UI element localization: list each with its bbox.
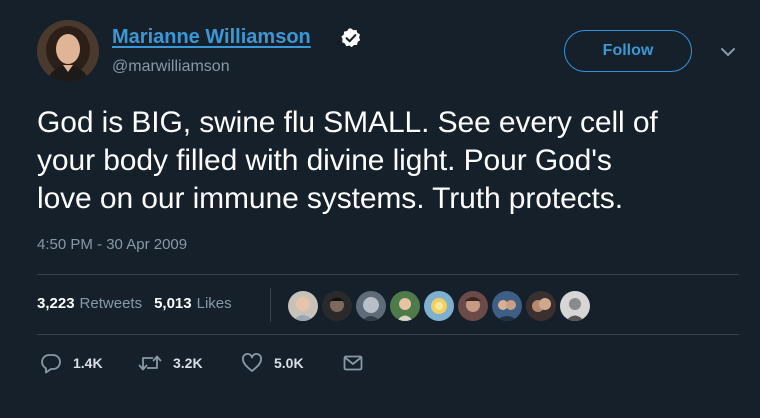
- reply-count: 1.4K: [73, 355, 103, 371]
- tweet-timestamp[interactable]: 4:50 PM - 30 Apr 2009: [37, 236, 187, 253]
- profile-photo: [37, 20, 99, 82]
- liker-avatar[interactable]: [491, 290, 523, 322]
- liker-avatar[interactable]: [525, 290, 557, 322]
- likes-label: Likes: [196, 295, 232, 312]
- likes-count: 5,013: [154, 295, 192, 312]
- message-button[interactable]: [342, 352, 364, 374]
- follow-button[interactable]: Follow: [564, 30, 692, 72]
- display-name[interactable]: Marianne Williamson: [112, 26, 311, 49]
- liker-avatar[interactable]: [389, 290, 421, 322]
- divider: [37, 334, 739, 335]
- liker-avatar[interactable]: [457, 290, 489, 322]
- user-handle: @marwilliamson: [112, 58, 230, 75]
- engagement-stats: 3,223 Retweets 5,013 Likes: [37, 295, 232, 312]
- retweet-count: 3.2K: [173, 355, 203, 371]
- reply-icon: [41, 354, 61, 374]
- like-button[interactable]: 5.0K: [241, 352, 304, 374]
- liker-avatar[interactable]: [321, 290, 353, 322]
- verified-badge-icon: [341, 28, 361, 48]
- chevron-down-icon[interactable]: [718, 44, 738, 60]
- likes-stat[interactable]: 5,013 Likes: [154, 295, 232, 312]
- stats-separator: [270, 288, 271, 322]
- tweet-card: Marianne Williamson @marwilliamson Follo…: [0, 0, 760, 418]
- liker-avatar[interactable]: [355, 290, 387, 322]
- like-count: 5.0K: [274, 355, 304, 371]
- retweets-count: 3,223: [37, 295, 75, 312]
- heart-icon: [242, 353, 262, 372]
- envelope-icon: [343, 355, 363, 371]
- liker-avatar[interactable]: [559, 290, 591, 322]
- liker-avatar[interactable]: [423, 290, 455, 322]
- retweet-button[interactable]: 3.2K: [138, 352, 203, 374]
- profile-avatar[interactable]: [37, 20, 99, 82]
- retweet-icon: [138, 355, 162, 371]
- tweet-text: God is BIG, swine flu SMALL. See every c…: [37, 106, 658, 215]
- retweets-stat[interactable]: 3,223 Retweets: [37, 295, 142, 312]
- reply-button[interactable]: 1.4K: [40, 352, 103, 374]
- liker-avatar[interactable]: [287, 290, 319, 322]
- retweets-label: Retweets: [79, 295, 143, 312]
- divider: [37, 274, 739, 275]
